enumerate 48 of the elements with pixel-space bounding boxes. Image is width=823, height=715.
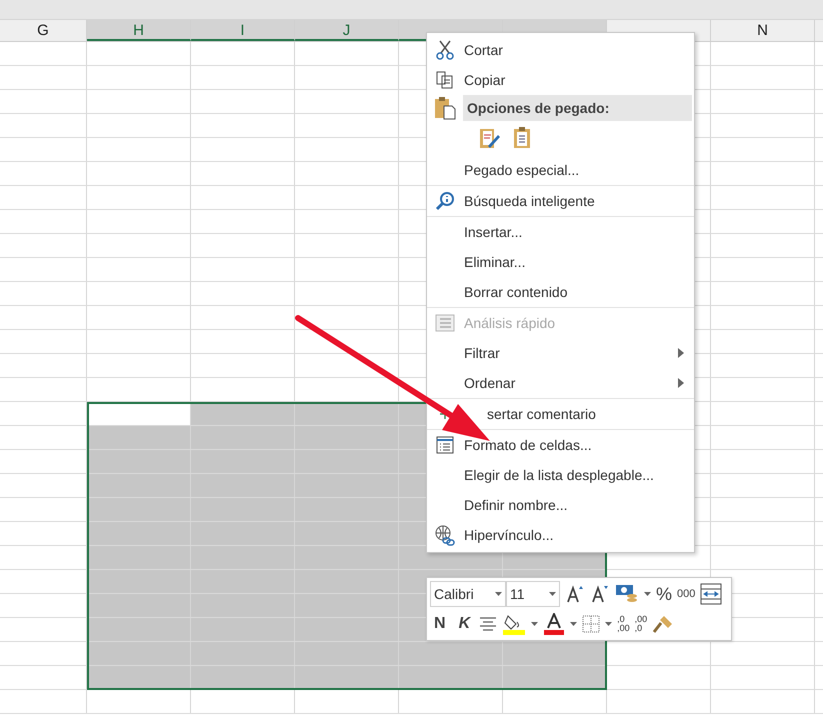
search-icon (435, 191, 455, 211)
caret-icon[interactable] (644, 592, 651, 596)
align-center-icon[interactable] (479, 617, 498, 631)
bold-button[interactable]: N (430, 615, 450, 633)
font-dropdown[interactable]: Calibri (430, 581, 506, 607)
sheet-row[interactable] (0, 666, 823, 690)
table-lines-icon (435, 314, 455, 332)
thousands-button[interactable]: 000 (677, 588, 696, 600)
caret-icon[interactable] (531, 622, 538, 626)
menu-item[interactable]: Pegado especial... (427, 155, 694, 185)
menu-item[interactable]: Filtrar (427, 338, 694, 368)
paste-options-heading: Opciones de pegado: (463, 95, 692, 121)
borders-icon[interactable] (582, 615, 600, 633)
font-size-dropdown[interactable]: 11 (506, 581, 560, 607)
column-header[interactable]: I (191, 20, 295, 41)
column-header[interactable]: N (711, 20, 815, 41)
caret-icon[interactable] (605, 622, 612, 626)
font-color-icon[interactable] (543, 613, 566, 635)
italic-button[interactable]: K (454, 615, 474, 633)
list-icon (436, 436, 454, 454)
caret-icon[interactable] (570, 622, 578, 626)
column-header[interactable]: H (87, 20, 191, 41)
caret-icon[interactable] (495, 592, 502, 596)
clipboard-icon (434, 96, 456, 120)
scissors-icon (436, 40, 454, 60)
menu-item[interactable]: Borrar contenido (427, 277, 694, 307)
increase-decimals-button[interactable]: ,0 ,00 (617, 615, 630, 633)
menu-item[interactable]: Eliminar... (427, 247, 694, 277)
menu-item[interactable]: Elegir de la lista desplegable... (427, 460, 694, 490)
menu-item[interactable]: Hipervínculo... (427, 520, 694, 550)
grow-font-icon[interactable] (565, 584, 585, 604)
menu-item[interactable]: Cortar (427, 35, 694, 65)
caret-icon[interactable] (549, 592, 556, 596)
paste-formatting-icon[interactable] (477, 126, 501, 150)
menu-item[interactable]: Ordenar (427, 368, 694, 398)
menu-item[interactable]: Definir nombre... (427, 490, 694, 520)
format-painter-icon[interactable] (652, 614, 674, 634)
decrease-decimals-button[interactable]: ,00 ,0 (634, 615, 648, 633)
fill-color-icon[interactable] (502, 613, 526, 635)
menu-item[interactable]: Copiar (427, 65, 694, 95)
currency-icon[interactable] (615, 583, 639, 605)
copy-icon (436, 71, 454, 89)
wrap-columns-icon[interactable] (700, 583, 722, 605)
column-header[interactable]: J (295, 20, 399, 41)
percent-button[interactable]: % (656, 584, 672, 604)
globe-link-icon (434, 524, 456, 546)
paste-values-icon[interactable] (511, 126, 533, 150)
shrink-font-icon[interactable] (590, 584, 610, 604)
